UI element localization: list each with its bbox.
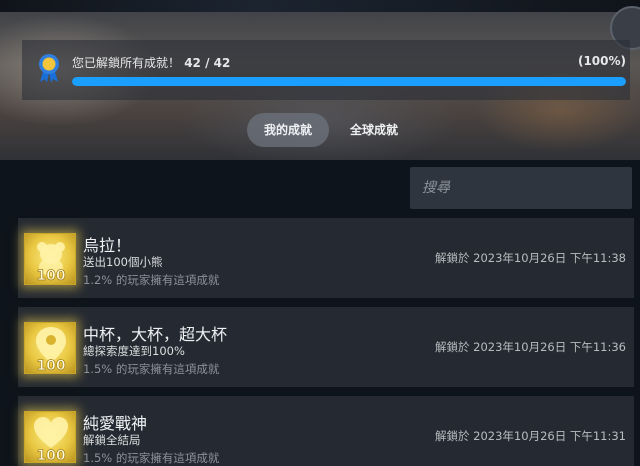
top-bar [0, 0, 640, 12]
progress-bar-fill [72, 77, 626, 86]
achievement-description: 送出100個小熊 [83, 255, 163, 269]
achievement-unlock-date: 解鎖於 2023年10月26日 下午11:38 [435, 251, 626, 265]
achievement-title: 純愛戰神 [83, 414, 148, 433]
progress-bar [72, 77, 626, 86]
achievement-title: 中杯，大杯，超大杯 [83, 325, 228, 344]
teddy-bear-100-icon: 100 [24, 233, 76, 285]
achievement-title: 烏拉！ [83, 236, 132, 255]
achievement-card: 100 中杯，大杯，超大杯 總探索度達到100% 1.5% 的玩家擁有這項成就 … [18, 307, 634, 387]
achievement-description: 解鎖全結局 [83, 433, 141, 447]
tab-my-achievements[interactable]: 我的成就 [247, 113, 329, 147]
achievement-global-percent: 1.5% 的玩家擁有這項成就 [83, 451, 220, 465]
progress-label: 您已解鎖所有成就！ 42 / 42 [72, 54, 230, 71]
achievement-unlock-date: 解鎖於 2023年10月26日 下午11:31 [435, 429, 626, 443]
svg-text:100: 100 [36, 358, 65, 374]
achievement-card: 100 純愛戰神 解鎖全結局 1.5% 的玩家擁有這項成就 解鎖於 2023年1… [18, 396, 634, 466]
ribbon-award-icon [39, 54, 59, 83]
achievement-global-percent: 1.2% 的玩家擁有這項成就 [83, 273, 220, 287]
progress-count: 42 / 42 [184, 56, 231, 70]
heart-100-icon: 100 [24, 411, 76, 464]
search-input[interactable]: 搜尋 [410, 167, 632, 209]
achievement-description: 總探索度達到100% [83, 344, 185, 358]
achievement-card: 100 烏拉！ 送出100個小熊 1.2% 的玩家擁有這項成就 解鎖於 2023… [18, 218, 634, 298]
svg-text:100: 100 [36, 268, 65, 284]
progress-percent: (100%) [577, 54, 626, 68]
tab-global-achievements[interactable]: 全球成就 [336, 113, 412, 147]
map-pin-100-icon: 100 [24, 322, 76, 374]
achievement-unlock-date: 解鎖於 2023年10月26日 下午11:36 [435, 340, 626, 354]
svg-text:100: 100 [36, 448, 65, 464]
progress-label-text: 您已解鎖所有成就！ [72, 56, 181, 70]
achievement-global-percent: 1.5% 的玩家擁有這項成就 [83, 362, 220, 376]
